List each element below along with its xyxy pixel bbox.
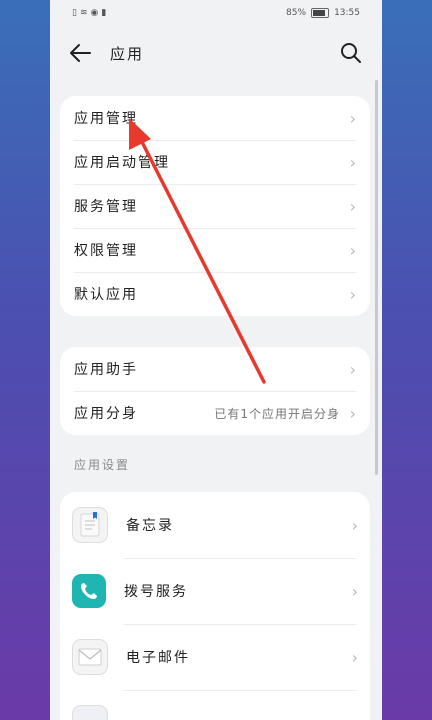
row-app-management[interactable]: 应用管理 ›	[60, 96, 370, 140]
chevron-right-icon: ›	[349, 240, 356, 260]
row-label: 默认应用	[74, 287, 138, 303]
chevron-right-icon: ›	[349, 284, 356, 304]
page-title: 应用	[110, 45, 145, 63]
row-app-launch-management[interactable]: 应用启动管理 ›	[60, 140, 370, 184]
app-assistant-card: 应用助手 › 应用分身 已有1个应用开启分身 ›	[60, 347, 370, 435]
phone-status-icon: ▮	[101, 8, 107, 18]
app-management-card: 应用管理 › 应用启动管理 › 服务管理 › 权限管理 › 默认应用 ›	[60, 96, 370, 316]
app-icon	[72, 705, 108, 720]
row-service-management[interactable]: 服务管理 ›	[60, 184, 370, 228]
row-label: 应用分身	[74, 406, 138, 422]
phone-screen: ▯ ≋ ◉ ▮ 85% 13:55 应用 应用管理 › 应用启动管理 › 服务管…	[50, 0, 382, 720]
memo-icon	[72, 507, 108, 543]
email-icon	[72, 639, 108, 675]
chevron-right-icon: ›	[351, 581, 358, 601]
row-app-twin[interactable]: 应用分身 已有1个应用开启分身 ›	[60, 391, 370, 435]
battery-percent: 85%	[286, 8, 307, 18]
chevron-right-icon: ›	[349, 359, 356, 379]
row-memo[interactable]: 备忘录 ›	[60, 492, 370, 558]
status-icons: ▯ ≋ ◉ ▮	[72, 8, 106, 18]
search-icon[interactable]	[340, 42, 362, 64]
phone-icon	[72, 574, 106, 608]
row-label: 拨号服务	[124, 584, 188, 600]
chevron-right-icon: ›	[349, 403, 356, 423]
row-dialer-service[interactable]: 拨号服务 ›	[60, 558, 370, 624]
clock: 13:55	[334, 8, 360, 18]
status-bar: ▯ ≋ ◉ ▮ 85% 13:55	[50, 0, 382, 26]
wifi-icon: ≋	[79, 8, 88, 18]
eye-icon: ◉	[90, 8, 99, 18]
battery-icon	[311, 8, 330, 18]
back-arrow-icon[interactable]	[68, 42, 94, 64]
row-label: 应用启动管理	[74, 155, 170, 171]
row-label: 服务管理	[74, 199, 138, 215]
chevron-right-icon: ›	[349, 152, 356, 172]
row-label: 应用管理	[74, 111, 138, 127]
row-partial-app[interactable]	[60, 690, 370, 720]
chevron-right-icon: ›	[349, 108, 356, 128]
sim-icon: ▯	[72, 8, 77, 18]
row-app-assistant[interactable]: 应用助手 ›	[60, 347, 370, 391]
chevron-right-icon: ›	[349, 196, 356, 216]
row-label: 权限管理	[74, 243, 138, 259]
scrollbar[interactable]	[375, 80, 378, 475]
app-settings-card: 备忘录 › 拨号服务 › 电子邮件 ›	[60, 492, 370, 720]
row-label: 电子邮件	[126, 650, 190, 666]
header: 应用	[50, 26, 382, 80]
row-label: 应用助手	[74, 362, 138, 378]
row-permission-management[interactable]: 权限管理 ›	[60, 228, 370, 272]
section-label-app-settings: 应用设置	[74, 458, 131, 472]
chevron-right-icon: ›	[351, 515, 358, 535]
row-default-apps[interactable]: 默认应用 ›	[60, 272, 370, 316]
row-email[interactable]: 电子邮件 ›	[60, 624, 370, 690]
row-value: 已有1个应用开启分身	[214, 406, 340, 421]
chevron-right-icon: ›	[351, 647, 358, 667]
row-label: 备忘录	[126, 518, 174, 534]
status-right: 85% 13:55	[286, 8, 360, 18]
